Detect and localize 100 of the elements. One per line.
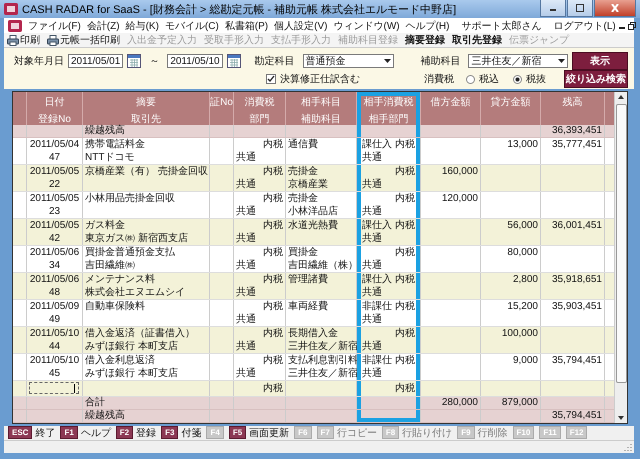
date-label: 対象年月日 bbox=[14, 54, 64, 68]
filter-search-button[interactable]: 絞り込み検索 bbox=[564, 70, 628, 88]
show-button[interactable]: 表示 bbox=[572, 52, 628, 70]
table-cell: 水道光熱費 bbox=[288, 218, 338, 232]
function-key[interactable]: F3 bbox=[161, 426, 178, 440]
menu-item[interactable]: 私書箱(P) bbox=[224, 18, 268, 33]
menu-item[interactable]: ファイル(F) bbox=[28, 18, 81, 33]
table-cell: 2011/05/06 bbox=[30, 272, 80, 286]
table-cell: 2011/05/04 bbox=[30, 138, 80, 151]
table-cell: 35,777,451 bbox=[552, 138, 602, 151]
table-cell: 長期借入金 bbox=[288, 326, 338, 340]
menu-item[interactable]: ウィンドウ(W) bbox=[333, 18, 400, 33]
toolbar-button[interactable]: 元帳一括印刷 bbox=[47, 33, 120, 48]
table-cell: 2011/05/10 bbox=[30, 354, 80, 367]
table-cell: 課仕入 bbox=[362, 272, 392, 286]
table-cell: ガス料金 bbox=[85, 218, 125, 232]
table-cell: 共通 bbox=[362, 340, 382, 353]
table-cell: 借入金利息返済 bbox=[85, 354, 155, 367]
table-cell: 内税 bbox=[263, 138, 283, 151]
table-row[interactable]: 2011/05/05 22 京橋産業（有） 売掛金回収 内税 共通 売掛金 京橋産業 内税 共通 160,000 bbox=[13, 164, 614, 192]
resize-grip-icon[interactable] bbox=[624, 443, 632, 451]
menu-item[interactable]: 会計(Z) bbox=[86, 18, 120, 33]
maximize-button[interactable] bbox=[567, 0, 593, 17]
table-cell: 49 bbox=[48, 312, 60, 326]
table-cell: NTTドコモ bbox=[85, 150, 134, 164]
table-row[interactable]: 2011/05/06 48 メンテナンス料 株式会社エヌエムシイ 内税 共通 管理諸費 課仕入 内税 共通 2,800 35,918,651 bbox=[13, 272, 614, 300]
function-key[interactable]: F2 bbox=[116, 426, 134, 440]
table-cell: 共通 bbox=[362, 150, 382, 164]
adjust-checkbox[interactable] bbox=[266, 74, 276, 84]
sub-account-dropdown[interactable]: 三井住友／新宿 bbox=[468, 54, 568, 68]
menu-item[interactable]: 個人設定(V) bbox=[274, 18, 328, 33]
toolbar-button[interactable]: 摘要登録 bbox=[405, 33, 445, 48]
table-cell: 京橋産業 bbox=[288, 178, 328, 191]
table-row[interactable]: 2011/05/09 49 自動車保険料 内税 共通 車両経費 非課仕 内税 共通 15,200 35,903,451 bbox=[13, 300, 614, 327]
table-cell: 非課仕 bbox=[362, 354, 392, 367]
table-cell: 繰越残高 bbox=[83, 410, 210, 422]
function-key-label: 行削除 bbox=[478, 426, 508, 440]
function-key[interactable]: F5 bbox=[228, 426, 246, 440]
close-icon bbox=[610, 4, 620, 12]
table-cell: 繰越残高 bbox=[83, 124, 210, 137]
table-cell: 通信費 bbox=[288, 138, 318, 151]
account-dropdown[interactable]: 普通預金 bbox=[302, 54, 394, 68]
sub-account-label: 補助科目 bbox=[420, 54, 460, 68]
account-label: 勘定科目 bbox=[254, 54, 295, 68]
menu-item[interactable]: ヘルプ(H) bbox=[406, 18, 450, 33]
table-cell: 借入金返済（証書借入） bbox=[85, 326, 195, 340]
table-cell: 内税 bbox=[395, 354, 415, 367]
table-cell: 共通 bbox=[362, 312, 382, 326]
table-row[interactable]: 2011/05/10 44 借入金返済（証書借入） みずほ銀行 本町支店 内税 共通 長期借入金 三井住友／新宿 内税 共通 100,000 bbox=[13, 326, 614, 354]
date-input-field[interactable] bbox=[29, 382, 79, 394]
toolbar-button[interactable]: 印刷 bbox=[7, 33, 40, 48]
table-row[interactable]: 2011/05/04 47 携帯電話料金 NTTドコモ 内税 共通 通信費 課仕入 内税 共通 13,000 35,777,451 bbox=[13, 138, 614, 165]
menu-item[interactable]: モバイル(C) bbox=[164, 18, 219, 33]
table-cell: 非課仕 bbox=[362, 300, 392, 313]
radio-circle-icon bbox=[466, 74, 475, 84]
table-cell: 買掛金普通預金支払 bbox=[85, 246, 175, 259]
close-button[interactable] bbox=[594, 0, 636, 17]
table-cell: 売掛金 bbox=[288, 192, 318, 205]
calendar-icon[interactable] bbox=[226, 54, 241, 68]
end-date-field[interactable]: 2011/05/10 bbox=[167, 54, 223, 68]
table-row[interactable]: 2011/05/06 34 買掛金普通預金支払 吉田繊維㈱ 内税 共通 買掛金 吉田繊維（株） 内税 共通 80,000 bbox=[13, 246, 614, 273]
tax-radio[interactable]: 税込 bbox=[466, 72, 499, 86]
table-cell: 売掛金 bbox=[288, 164, 318, 178]
table-cell: 支払利息割引料 bbox=[288, 354, 358, 367]
table-cell: 京橋産業（有） 売掛金回収 bbox=[85, 164, 208, 178]
function-key[interactable]: F1 bbox=[60, 426, 78, 440]
table-cell: 280,000 bbox=[421, 396, 481, 409]
table-cell: 共通 bbox=[236, 286, 256, 299]
table-cell: 共通 bbox=[362, 204, 382, 218]
table-cell: 44 bbox=[48, 340, 60, 353]
function-key-label: 行貼り付け bbox=[402, 426, 452, 440]
minimize-button[interactable] bbox=[540, 0, 566, 17]
table-cell: 共通 bbox=[236, 258, 256, 272]
logout-menu-item[interactable]: ログアウト(L) bbox=[553, 18, 616, 33]
menu-item[interactable]: 給与(K) bbox=[126, 18, 159, 33]
tax-radio[interactable]: 税抜 bbox=[513, 72, 546, 86]
table-cell: 課仕入 bbox=[362, 138, 392, 151]
table-cell: 株式会社エヌエムシイ bbox=[85, 286, 185, 299]
toolbar-button[interactable]: 取引先登録 bbox=[452, 33, 502, 48]
function-key-label: 画面更新 bbox=[249, 426, 290, 440]
calendar-icon[interactable] bbox=[127, 54, 142, 68]
vertical-scrollbar[interactable] bbox=[614, 92, 627, 423]
table-row[interactable]: 2011/05/05 23 小林用品売掛金回収 内税 共通 売掛金 小林洋品店 内税 共通 120,000 bbox=[13, 192, 614, 219]
table-cell: 15,200 bbox=[507, 300, 538, 313]
table-row[interactable]: 2011/05/10 45 借入金利息返済 みずほ銀行 本町支店 内税 共通 支払利息割引料 三井住友／新宿 非課仕 内税 共通 9,000 35,794,451 bbox=[13, 354, 614, 381]
table-cell: 課仕入 bbox=[362, 218, 392, 232]
table-cell: 内税 bbox=[263, 354, 283, 367]
table-cell: 9,000 bbox=[512, 354, 538, 367]
restore-icon[interactable] bbox=[628, 22, 636, 30]
table-row[interactable]: 2011/05/05 42 ガス料金 東京ガス㈱ 新宿西支店 内税 共通 水道光熱費 課仕入 内税 共通 56,000 36,001,451 bbox=[13, 218, 614, 246]
table-cell: 35,918,651 bbox=[552, 272, 602, 286]
table-cell: 共通 bbox=[362, 178, 382, 191]
table-cell: 2,800 bbox=[512, 272, 538, 286]
table-cell: 共通 bbox=[236, 150, 256, 164]
column-header: 相手消費税 相手部門 bbox=[357, 92, 421, 126]
start-date-field[interactable]: 2011/05/01 bbox=[68, 54, 124, 68]
table-cell: 120,000 bbox=[442, 192, 478, 205]
function-key[interactable]: ESC bbox=[8, 426, 32, 440]
function-key-label: 付箋 bbox=[181, 426, 202, 440]
table-cell: 22 bbox=[48, 178, 60, 191]
